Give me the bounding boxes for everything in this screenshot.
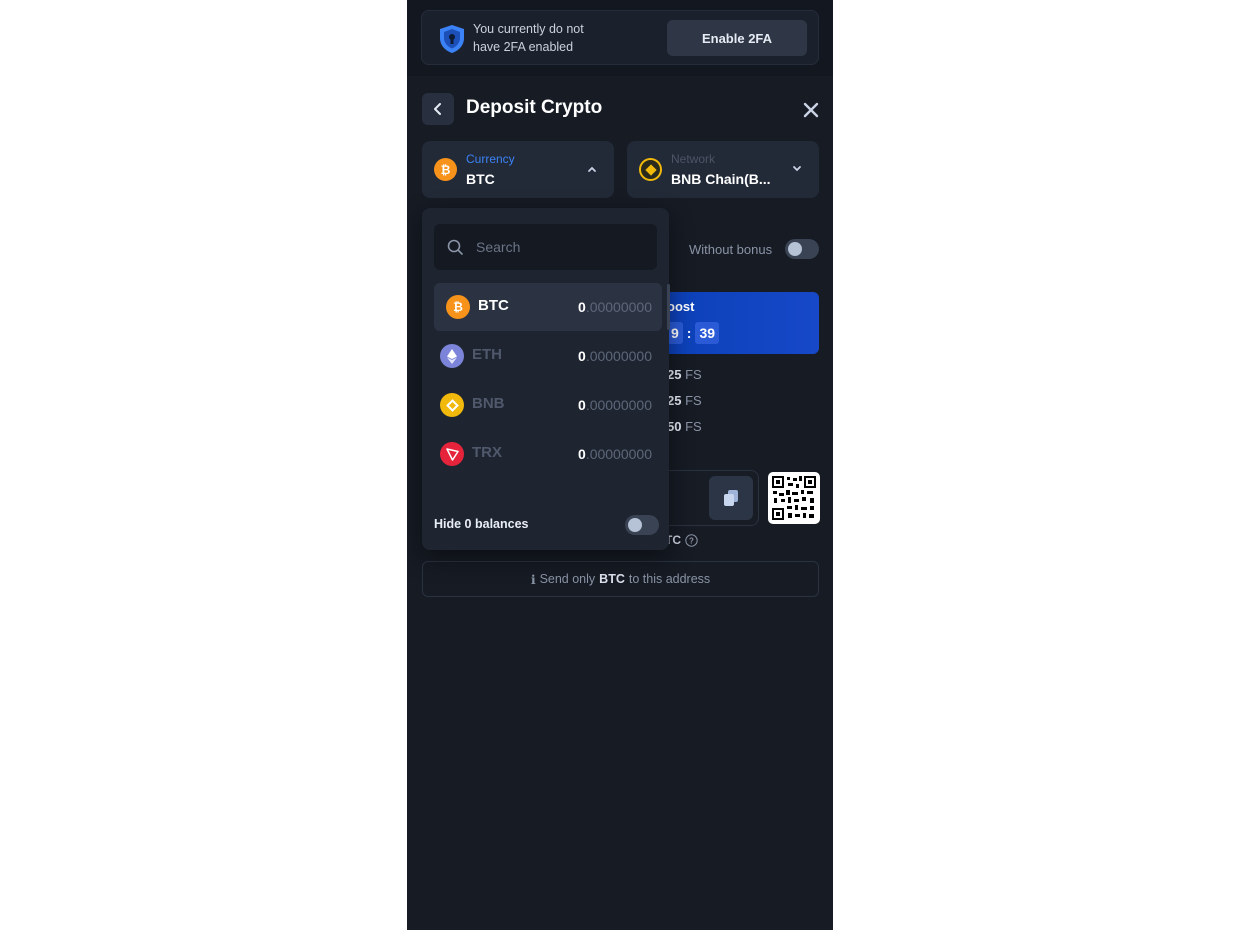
fs-unit: FS	[685, 419, 702, 434]
hide-zero-balances-label: Hide 0 balances	[434, 517, 529, 531]
enable-2fa-button[interactable]: Enable 2FA	[667, 20, 807, 56]
top-banner-area: You currently do not have 2FA enabled En…	[407, 0, 833, 76]
boost-title: oost	[667, 299, 695, 314]
coin-balance: 0.00000000	[578, 446, 652, 462]
eth-coin-icon	[440, 344, 464, 368]
bnb-chain-icon	[639, 158, 662, 181]
network-label: Network	[671, 152, 716, 166]
network-selector[interactable]: Network BNB Chain(B...	[627, 141, 819, 198]
timer-separator: :	[686, 325, 692, 341]
qr-code-image	[772, 476, 816, 520]
currency-value: BTC	[466, 171, 495, 187]
coin-option-bnb[interactable]: BNB 0.00000000	[434, 381, 662, 429]
toggle-knob	[628, 518, 642, 532]
back-button[interactable]	[422, 93, 454, 125]
search-icon	[447, 239, 463, 255]
qr-code[interactable]	[768, 472, 820, 524]
toggle-knob	[788, 242, 802, 256]
close-icon[interactable]	[802, 101, 820, 119]
chevron-down-icon	[793, 166, 801, 172]
send-note-prefix: Send only	[539, 572, 596, 586]
coin-option-eth[interactable]: ETH 0.00000000	[434, 332, 662, 380]
trx-coin-icon	[440, 442, 464, 466]
twofa-message: You currently do not have 2FA enabled	[473, 22, 584, 54]
help-icon[interactable]: ?	[685, 533, 698, 547]
balance-decimal: .00000000	[585, 348, 652, 364]
balance-decimal: .00000000	[585, 299, 652, 315]
info-icon: ℹ	[530, 572, 536, 587]
bnb-coin-icon	[440, 393, 464, 417]
dropdown-scrollbar[interactable]	[667, 284, 670, 330]
coin-option-btc[interactable]: ₿ BTC 0.00000000	[434, 283, 662, 331]
coin-symbol: BTC	[478, 297, 509, 314]
ethereum-diamond-icon	[447, 348, 457, 364]
hide-zero-balances-toggle[interactable]	[625, 515, 659, 535]
copy-address-button[interactable]	[709, 476, 753, 520]
fs-line: 25 FS	[667, 393, 702, 408]
timer-seconds: 39	[695, 322, 720, 344]
fs-unit: FS	[685, 367, 702, 382]
fs-amount: 25	[667, 393, 682, 408]
balance-integer: 0	[578, 348, 586, 364]
coin-symbol: BNB	[472, 395, 505, 412]
currency-label: Currency	[466, 152, 515, 166]
fs-amount: 50	[667, 419, 682, 434]
tron-triangle-icon	[445, 447, 459, 461]
chevron-left-icon	[434, 103, 441, 115]
coin-symbol: TRX	[472, 444, 502, 461]
balance-integer: 0	[578, 299, 586, 315]
page-title: Deposit Crypto	[466, 97, 603, 118]
balance-decimal: .00000000	[585, 446, 652, 462]
shield-icon	[440, 25, 464, 53]
send-note-suffix: to this address	[628, 572, 711, 586]
fs-amount: 25	[667, 367, 682, 382]
network-value: BNB Chain(B...	[671, 171, 771, 187]
currency-selector[interactable]: ₿ Currency BTC	[422, 141, 614, 198]
twofa-banner: You currently do not have 2FA enabled En…	[421, 10, 819, 65]
svg-text:?: ?	[689, 536, 694, 545]
send-note-currency: BTC	[599, 572, 625, 586]
deposit-screen: You currently do not have 2FA enabled En…	[407, 0, 833, 930]
balance-integer: 0	[578, 446, 586, 462]
btc-coin-icon: ₿	[434, 158, 457, 181]
boost-timer: 9 : 39	[667, 322, 720, 344]
without-bonus-toggle[interactable]	[785, 239, 819, 259]
coin-option-trx[interactable]: TRX 0.00000000	[434, 430, 662, 478]
fs-unit: FS	[685, 393, 702, 408]
currency-dropdown: ₿ BTC 0.00000000 ETH 0.00000000 B	[422, 208, 670, 550]
btc-coin-icon: ₿	[446, 295, 470, 319]
without-bonus-label: Without bonus	[689, 242, 773, 257]
send-only-notice: ℹ Send only BTC to this address	[422, 561, 819, 597]
coin-symbol: ETH	[472, 346, 502, 363]
address-currency-note: TC ?	[665, 533, 698, 547]
currency-search[interactable]	[434, 224, 657, 270]
coin-balance: 0.00000000	[578, 299, 652, 315]
balance-decimal: .00000000	[585, 397, 652, 413]
copy-icon	[724, 490, 738, 506]
coin-balance: 0.00000000	[578, 348, 652, 364]
fs-line: 25 FS	[667, 367, 702, 382]
chevron-up-icon	[588, 166, 596, 172]
search-input[interactable]	[476, 236, 646, 258]
balance-integer: 0	[578, 397, 586, 413]
coin-balance: 0.00000000	[578, 397, 652, 413]
fs-line: 50 FS	[667, 419, 702, 434]
